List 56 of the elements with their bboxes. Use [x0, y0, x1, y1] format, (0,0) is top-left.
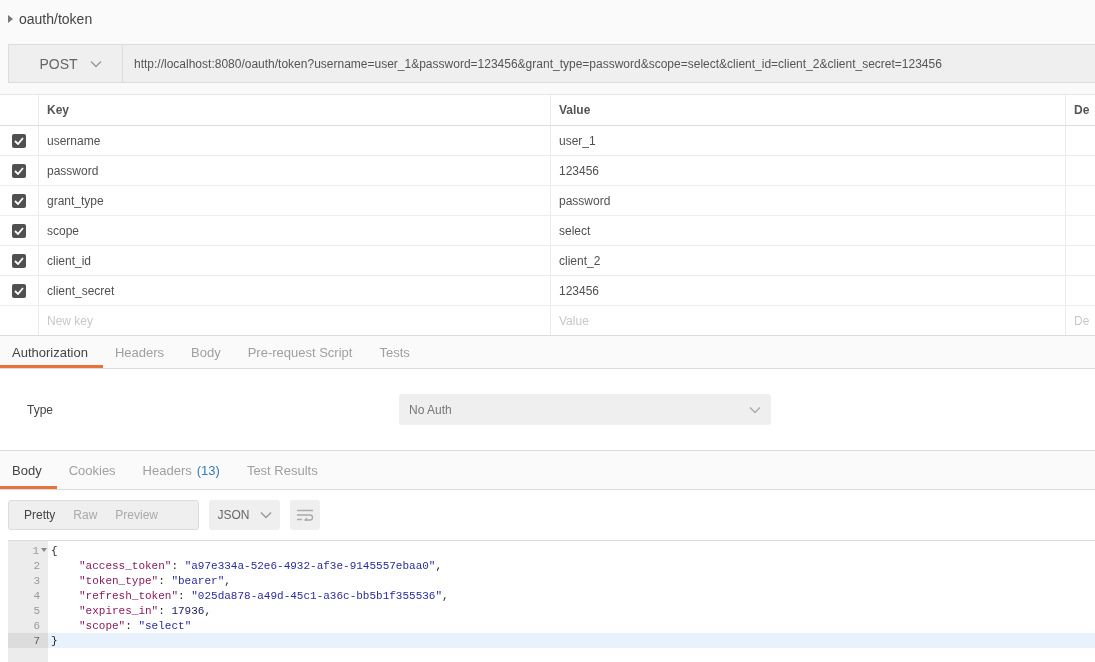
param-value: password — [559, 193, 611, 208]
checkbox[interactable] — [12, 223, 26, 238]
line-number: 1 — [32, 544, 39, 557]
checkbox[interactable] — [12, 283, 26, 298]
chevron-down-icon — [259, 511, 272, 519]
view-mode-button[interactable]: Pretty — [15, 501, 65, 529]
param-key: scope — [47, 223, 80, 238]
chevron-down-icon — [749, 405, 761, 414]
param-key: client_secret — [47, 283, 115, 298]
tab[interactable]: Tests — [367, 336, 425, 368]
code-line: { — [51, 544, 58, 557]
param-key: client_id — [47, 253, 92, 268]
param-value: user_1 — [559, 133, 596, 148]
code-line: "access_token": "a97e334a-52e6-4932-af3e-9145557ebaa0", — [79, 559, 443, 572]
line-number: 4 — [33, 589, 40, 602]
param-key: username — [47, 133, 101, 148]
checkbox[interactable] — [12, 133, 26, 148]
view-mode-button[interactable]: Preview — [106, 501, 168, 529]
expand-triangle-icon[interactable] — [8, 15, 13, 23]
param-value: select — [559, 223, 591, 238]
param-key: grant_type — [47, 193, 104, 208]
request-name: oauth/token — [19, 11, 93, 27]
code-line: "refresh_token": "025da878-a49d-45c1-a36c-bb5b1f355536", — [79, 589, 449, 602]
line-number: 5 — [33, 604, 40, 617]
tab[interactable]: Body — [179, 336, 236, 368]
line-number: 6 — [33, 619, 40, 632]
line-number: 2 — [33, 559, 40, 572]
tab[interactable]: Headers — [102, 336, 180, 368]
auth-type-dropdown[interactable]: No Auth — [399, 394, 771, 425]
type-label: Type — [26, 402, 54, 417]
param-value: client_2 — [559, 253, 601, 268]
view-mode-button[interactable]: Raw — [64, 501, 107, 529]
column-header: Key — [47, 103, 69, 117]
code-line: "expires_in": 17936, — [79, 604, 212, 617]
tab[interactable]: Test Results — [234, 451, 333, 489]
format-dropdown[interactable]: JSON — [209, 500, 280, 530]
code-line: "scope": "select" — [79, 619, 192, 632]
param-value: 123456 — [559, 283, 600, 298]
column-header: De — [1074, 103, 1090, 117]
tab[interactable]: Pre-request Script — [235, 336, 368, 368]
tab[interactable]: Cookies — [56, 451, 131, 489]
column-header: Value — [559, 103, 591, 117]
tab[interactable]: Authorization — [0, 336, 103, 368]
param-key: password — [47, 163, 99, 178]
wrap-lines-icon — [296, 509, 314, 521]
line-number: 7 — [33, 634, 40, 647]
tab[interactable]: Headers (13) — [130, 451, 235, 489]
code-line: "token_type": "bearer", — [79, 574, 231, 587]
checkbox[interactable] — [12, 253, 26, 268]
line-number: 3 — [33, 574, 40, 587]
checkbox[interactable] — [12, 163, 26, 178]
code-line: } — [51, 634, 58, 647]
checkbox[interactable] — [12, 193, 26, 208]
param-value: 123456 — [559, 163, 600, 178]
fold-arrow-icon[interactable] — [41, 548, 47, 552]
tab[interactable]: Body — [0, 451, 57, 489]
